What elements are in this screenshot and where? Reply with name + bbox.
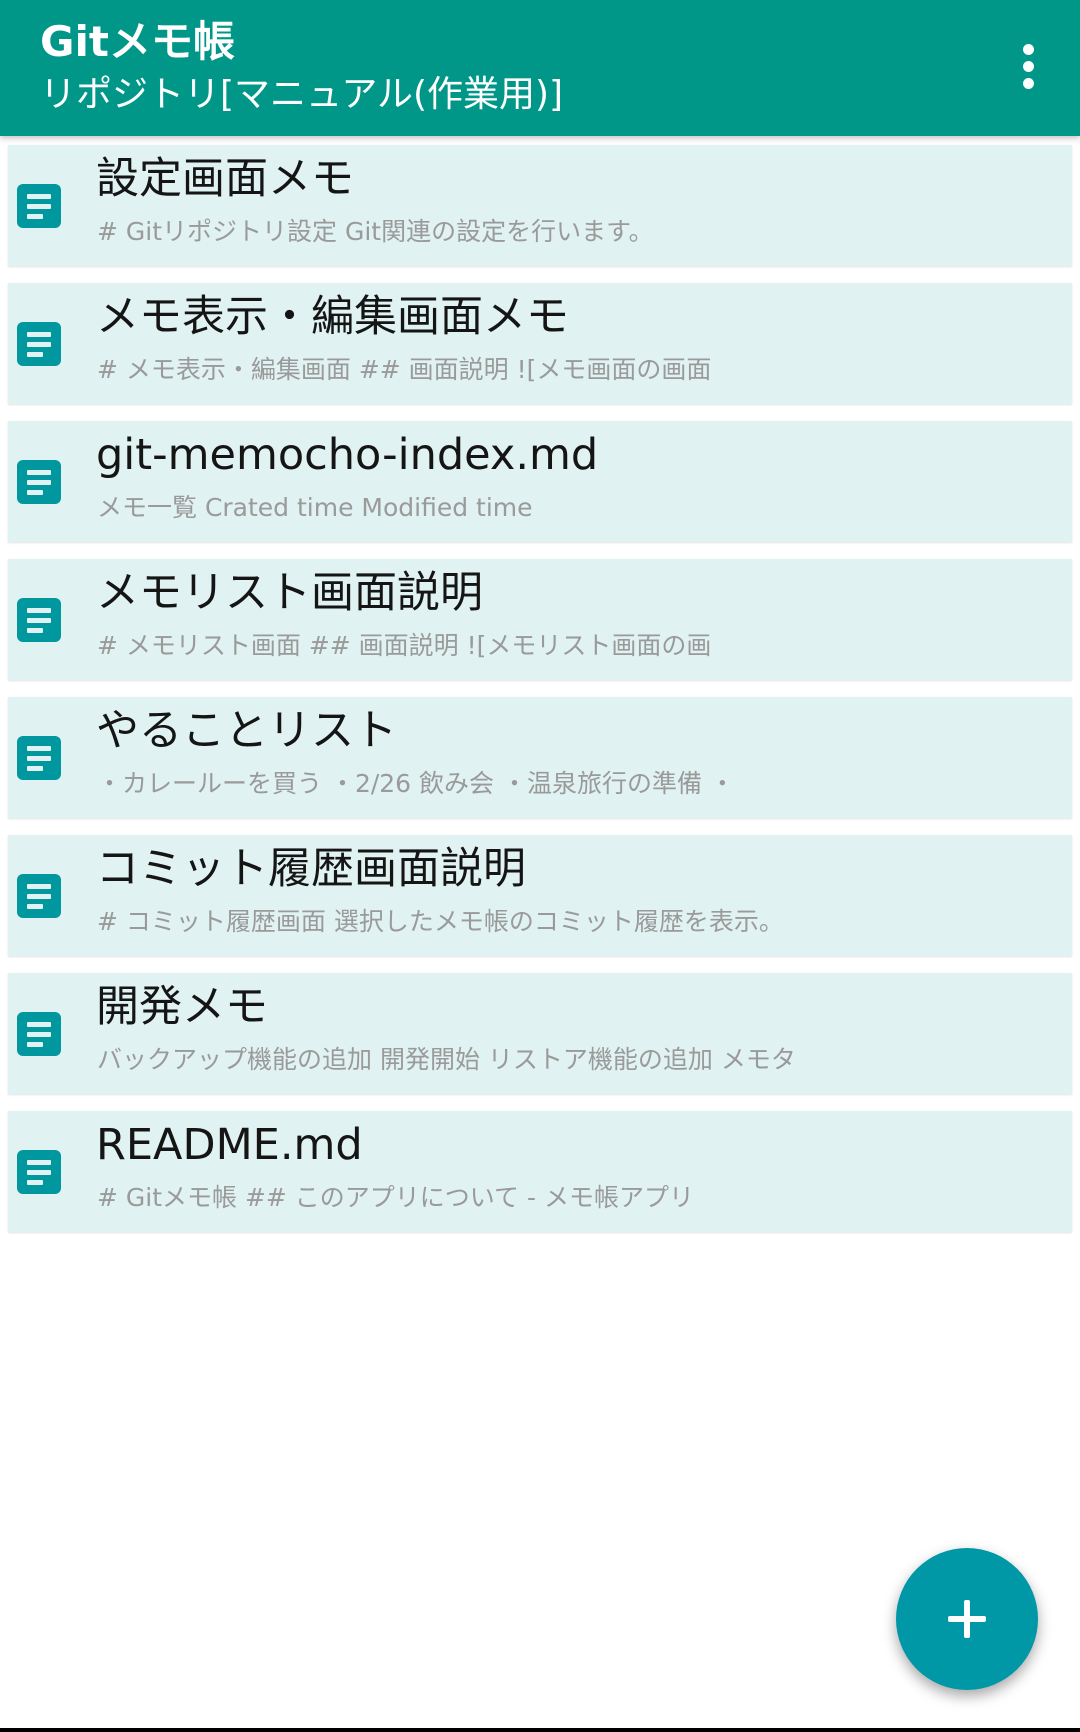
memo-preview: ・カレールーを買う ・2/26 飲み会 ・温泉旅行の準備 ・ (97, 769, 735, 798)
menu-dot (1022, 43, 1034, 55)
add-memo-button[interactable] (896, 1548, 1038, 1690)
icon-line (27, 628, 43, 633)
icon-line (27, 214, 43, 219)
icon-line (27, 470, 51, 475)
icon-line (27, 904, 43, 909)
document-icon (17, 184, 61, 228)
plus-icon (948, 1600, 986, 1638)
document-icon (17, 874, 61, 918)
icon-line (27, 756, 51, 761)
icon-line (27, 1032, 51, 1037)
icon-line (27, 204, 51, 209)
memo-list: 設定画面メモ # Gitリポジトリ設定 Git関連の設定を行います。メモ表示・編集… (8, 145, 1072, 1249)
document-icon (17, 322, 61, 366)
memo-title: README.md (96, 1120, 363, 1170)
document-icon (17, 1012, 61, 1056)
memo-preview: # メモ表示・編集画面 ## 画面説明 ![メモ画面の画面 (97, 355, 712, 384)
memo-list-item[interactable]: コミット履歴画面説明 # コミット履歴画面 選択したメモ帳のコミット履歴を表示。 (8, 835, 1072, 956)
memo-list-item[interactable]: 開発メモバックアップ機能の追加 開発開始 リストア機能の追加 メモタ (8, 973, 1072, 1094)
memo-title: メモ表示・編集画面メモ (96, 292, 569, 342)
icon-line (27, 894, 51, 899)
memo-preview: # Gitメモ帳 ## このアプリについて - メモ帳アプリ (97, 1183, 694, 1212)
memo-title: 設定画面メモ (96, 154, 354, 204)
icon-line (27, 1180, 43, 1185)
icon-line (27, 608, 51, 613)
icon-line (27, 480, 51, 485)
menu-dot (1022, 60, 1034, 72)
memo-list-item[interactable]: やることリスト・カレールーを買う ・2/26 飲み会 ・温泉旅行の準備 ・ (8, 697, 1072, 818)
icon-line (27, 1022, 51, 1027)
icon-line (27, 766, 43, 771)
repository-subtitle: リポジトリ[マニュアル(作業用)] (40, 74, 564, 115)
document-icon (17, 598, 61, 642)
document-icon (17, 460, 61, 504)
memo-list-item[interactable]: メモリスト画面説明 # メモリスト画面 ## 画面説明 ![メモリスト画面の画 (8, 559, 1072, 680)
system-nav-bar (0, 1728, 1080, 1732)
icon-line (27, 746, 51, 751)
memo-preview: # Gitリポジトリ設定 Git関連の設定を行います。 (97, 217, 654, 246)
memo-list-item[interactable]: メモ表示・編集画面メモ # メモ表示・編集画面 ## 画面説明 ![メモ画面の画面 (8, 283, 1072, 404)
document-icon (17, 736, 61, 780)
icon-line (27, 490, 43, 495)
memo-list-item[interactable]: README.md # Gitメモ帳 ## このアプリについて - メモ帳アプリ (8, 1111, 1072, 1232)
document-icon (17, 1150, 61, 1194)
icon-line (27, 342, 51, 347)
icon-line (27, 1042, 43, 1047)
memo-title: メモリスト画面説明 (96, 568, 483, 618)
icon-line (27, 1160, 51, 1165)
memo-title: 開発メモ (96, 982, 268, 1032)
memo-list-item[interactable]: 設定画面メモ # Gitリポジトリ設定 Git関連の設定を行います。 (8, 145, 1072, 266)
memo-preview: # コミット履歴画面 選択したメモ帳のコミット履歴を表示。 (97, 907, 784, 936)
icon-line (27, 1170, 51, 1175)
app-bar: Gitメモ帳 リポジトリ[マニュアル(作業用)] (0, 0, 1080, 136)
icon-line (27, 194, 51, 199)
icon-line (27, 618, 51, 623)
memo-preview: # メモリスト画面 ## 画面説明 ![メモリスト画面の画 (97, 631, 712, 660)
icon-line (27, 352, 43, 357)
memo-preview: バックアップ機能の追加 開発開始 リストア機能の追加 メモタ (97, 1045, 796, 1074)
icon-line (27, 332, 51, 337)
memo-preview: メモ一覧 Crated time Modified time (97, 493, 533, 522)
more-vert-icon[interactable] (996, 28, 1060, 104)
memo-title: コミット履歴画面説明 (96, 844, 526, 894)
memo-title: git-memocho-index.md (96, 430, 599, 480)
memo-list-item[interactable]: git-memocho-index.md メモ一覧 Crated time Mod… (8, 421, 1072, 542)
app-title: Gitメモ帳 (40, 17, 235, 66)
icon-line (27, 884, 51, 889)
memo-title: やることリスト (96, 706, 397, 756)
menu-dot (1022, 77, 1034, 89)
